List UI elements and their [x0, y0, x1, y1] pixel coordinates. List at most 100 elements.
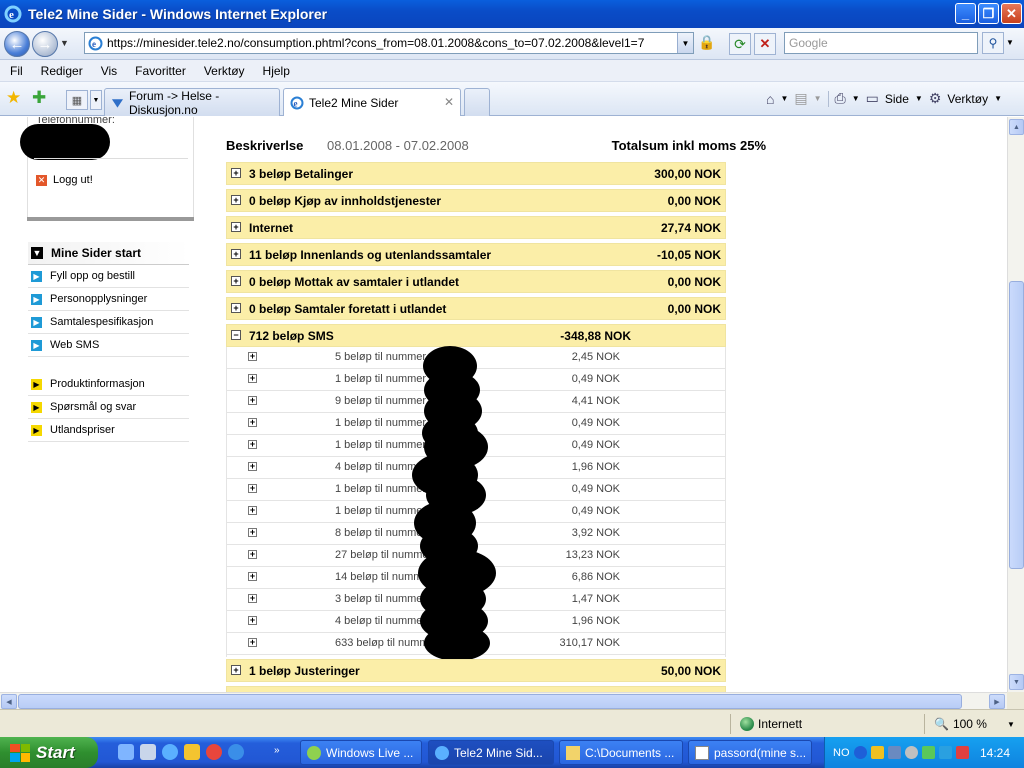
menu-utlandspriser[interactable]: ▶ Utlandspriser — [28, 419, 189, 442]
plus-icon[interactable]: + — [231, 222, 241, 232]
print-dropdown[interactable]: ▼ — [852, 94, 860, 103]
plus-icon[interactable]: + — [231, 195, 241, 205]
menu-tools[interactable]: Verktøy — [194, 64, 253, 78]
plus-icon[interactable]: + — [231, 249, 241, 259]
network-icon[interactable] — [887, 746, 901, 759]
plus-icon[interactable]: + — [248, 374, 257, 383]
horizontal-scrollbar[interactable]: ◀ ▶ — [0, 692, 1007, 709]
quick-launch-expand-icon[interactable]: » — [274, 745, 280, 756]
menu-file[interactable]: Fil — [0, 64, 31, 78]
forward-button[interactable]: → — [32, 31, 58, 57]
tools-menu-dropdown[interactable]: ▼ — [994, 94, 1002, 103]
plus-icon[interactable]: + — [248, 440, 257, 449]
print-icon[interactable]: ⎙ — [835, 90, 846, 107]
ql-media-icon[interactable] — [206, 744, 222, 760]
plus-icon[interactable]: + — [248, 528, 257, 537]
plus-icon[interactable]: + — [248, 638, 257, 647]
lock-icon[interactable]: 🔒 — [698, 34, 718, 54]
taskbar-documents[interactable]: C:\Documents ... — [559, 740, 683, 765]
menu-help[interactable]: Hjelp — [253, 64, 298, 78]
scroll-down-button[interactable]: ▼ — [1009, 674, 1024, 690]
taskbar-tele2[interactable]: Tele2 Mine Sid... — [428, 740, 554, 765]
menu-web-sms[interactable]: ▶ Web SMS — [28, 334, 189, 357]
search-button[interactable]: ⚲ — [982, 32, 1004, 54]
horizontal-scroll-thumb[interactable] — [18, 694, 962, 709]
plus-icon[interactable]: + — [248, 418, 257, 427]
new-tab-button[interactable] — [464, 88, 490, 116]
address-input[interactable]: e https://minesider.tele2.no/consumption… — [84, 32, 694, 54]
menu-produktinformasjon[interactable]: ▶ Produktinformasjon — [28, 373, 189, 396]
menu-favorites[interactable]: Favoritter — [125, 64, 194, 78]
tab-list-dropdown[interactable]: ▼ — [90, 90, 102, 110]
security-zone[interactable]: Internett — [740, 717, 802, 731]
plus-icon[interactable]: + — [231, 665, 241, 675]
plus-icon[interactable]: + — [248, 484, 257, 493]
minimize-button[interactable]: _ — [955, 3, 976, 24]
scroll-up-button[interactable]: ▲ — [1009, 119, 1024, 135]
category-row[interactable]: + 3 beløp Betalinger 300,00 NOK — [226, 162, 726, 185]
plus-icon[interactable]: + — [248, 572, 257, 581]
plus-icon[interactable]: + — [231, 168, 241, 178]
messenger-icon[interactable] — [921, 746, 935, 759]
close-window-button[interactable]: ✕ — [1001, 3, 1022, 24]
plus-icon[interactable]: + — [248, 396, 257, 405]
star-icon[interactable] — [938, 746, 952, 759]
taskbar-windows-live[interactable]: Windows Live ... — [300, 740, 422, 765]
menu-personopplysninger[interactable]: ▶ Personopplysninger — [28, 288, 189, 311]
tab-tele2[interactable]: e Tele2 Mine Sider ✕ — [283, 88, 461, 116]
add-favorite-icon[interactable]: ✚ — [32, 88, 46, 108]
ql-app-icon[interactable] — [184, 744, 200, 760]
menu-edit[interactable]: Rediger — [31, 64, 91, 78]
tray-arrow-icon[interactable] — [853, 746, 867, 759]
taskbar-passord[interactable]: passord(mine s... — [688, 740, 812, 765]
page-menu[interactable]: Side — [885, 92, 909, 106]
stop-button[interactable]: ✕ — [754, 33, 776, 55]
tab-forum[interactable]: Forum -> Helse - Diskusjon.no — [104, 88, 280, 117]
language-indicator[interactable]: NO — [833, 747, 850, 759]
category-row[interactable]: + 0 beløp Samtaler foretatt i utlandet 0… — [226, 297, 726, 320]
feeds-icon[interactable]: ▤ — [794, 90, 807, 107]
vertical-scrollbar[interactable]: ▲ ▼ — [1007, 117, 1024, 692]
history-dropdown[interactable]: ▼ — [60, 38, 69, 48]
tray-app-icon[interactable] — [955, 746, 969, 759]
category-row[interactable]: + 0 beløp Mottak av samtaler i utlandet … — [226, 270, 726, 293]
menu-sporsmal-og-svar[interactable]: ▶ Spørsmål og svar — [28, 396, 189, 419]
volume-icon[interactable] — [904, 746, 918, 759]
page-menu-dropdown[interactable]: ▼ — [915, 94, 923, 103]
category-row[interactable]: + 11 beløp Innenlands og utenlandssamtal… — [226, 243, 726, 266]
scroll-right-button[interactable]: ▶ — [989, 694, 1005, 709]
tools-menu[interactable]: Verktøy — [947, 92, 988, 106]
ql-ie-icon[interactable] — [162, 744, 178, 760]
search-options-dropdown[interactable]: ▼ — [1006, 38, 1014, 47]
plus-icon[interactable]: + — [248, 352, 257, 361]
ql-desktop-icon[interactable] — [118, 744, 134, 760]
menu-view[interactable]: Vis — [91, 64, 125, 78]
category-row[interactable]: + Internet 27,74 NOK — [226, 216, 726, 239]
minus-icon[interactable]: − — [231, 330, 241, 340]
plus-icon[interactable]: + — [248, 506, 257, 515]
favorites-star-icon[interactable]: ★ — [6, 88, 21, 108]
menu-fyll-opp[interactable]: ▶ Fyll opp og bestill — [28, 265, 189, 288]
address-dropdown[interactable]: ▼ — [677, 33, 693, 53]
home-dropdown[interactable]: ▼ — [780, 94, 788, 103]
vertical-scroll-thumb[interactable] — [1009, 281, 1024, 569]
start-button[interactable]: Start — [0, 737, 98, 768]
category-row[interactable]: + 1 beløp Justeringer 50,00 NOK — [226, 659, 726, 682]
menu-mine-sider-start[interactable]: ▼ Mine Sider start — [28, 242, 189, 265]
home-icon[interactable]: ⌂ — [766, 91, 774, 107]
plus-icon[interactable]: + — [248, 616, 257, 625]
zoom-dropdown[interactable]: ▼ — [1007, 720, 1015, 729]
logout-link[interactable]: ✕ Logg ut! — [36, 174, 93, 186]
scroll-left-button[interactable]: ◀ — [1, 694, 17, 709]
gear-icon[interactable]: ⚙ — [929, 90, 942, 107]
close-tab-icon[interactable]: ✕ — [444, 95, 454, 109]
menu-samtalespesifikasjon[interactable]: ▶ Samtalespesifikasjon — [28, 311, 189, 334]
zoom-control[interactable]: 🔍 100 % ▼ — [934, 717, 1015, 731]
plus-icon[interactable]: + — [248, 594, 257, 603]
plus-icon[interactable]: + — [231, 276, 241, 286]
shield-icon[interactable] — [870, 746, 884, 759]
feeds-dropdown[interactable]: ▼ — [814, 94, 822, 103]
plus-icon[interactable]: + — [248, 462, 257, 471]
maximize-button[interactable]: ❐ — [978, 3, 999, 24]
plus-icon[interactable]: + — [248, 550, 257, 559]
